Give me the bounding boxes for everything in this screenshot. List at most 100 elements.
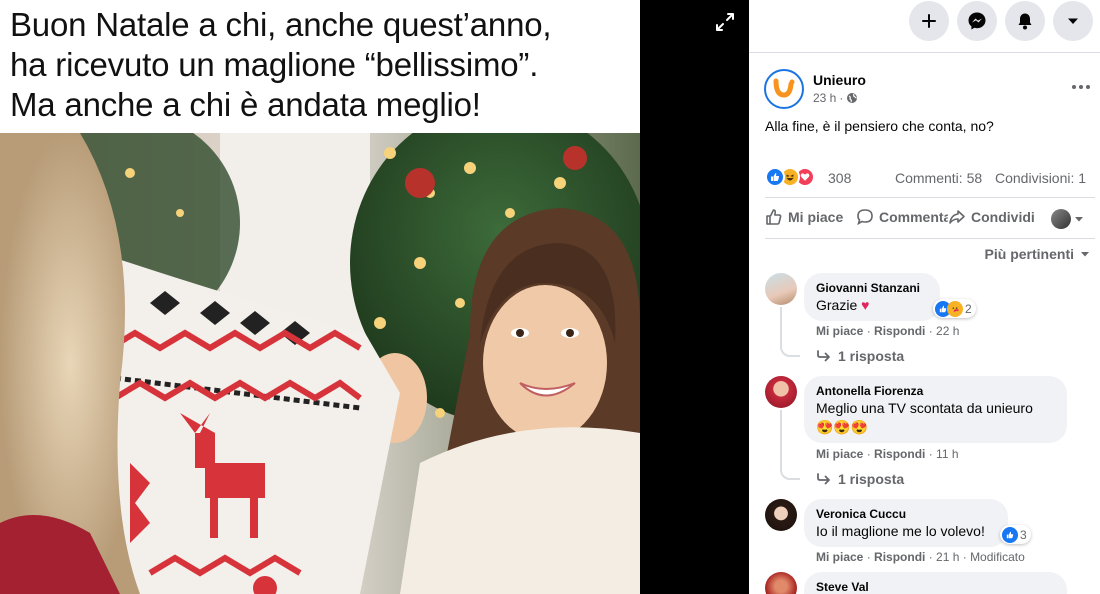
- thumbs-up-icon: [766, 209, 782, 225]
- share-as-selector[interactable]: [1051, 209, 1084, 229]
- caption-line-3: Ma anche a chi è andata meglio!: [10, 86, 481, 123]
- chevron-down-icon: [1081, 252, 1089, 257]
- like-reaction-icon: [765, 167, 785, 187]
- comment-icon: [857, 209, 873, 226]
- messenger-button[interactable]: [957, 1, 997, 41]
- reaction-count[interactable]: 308: [828, 170, 851, 186]
- image-caption: Buon Natale a chi, anche quest’anno, ha …: [10, 5, 635, 125]
- post-header: Unieuro 23 h ·: [764, 68, 1094, 112]
- post-options-button[interactable]: [1068, 77, 1094, 97]
- comment-text-body: Grazie: [816, 297, 858, 313]
- reaction-icons[interactable]: [765, 167, 815, 187]
- commenter-name[interactable]: Giovanni Stanzani: [816, 280, 928, 296]
- heart-emoji: ♥: [861, 297, 870, 313]
- account-button[interactable]: [1053, 1, 1093, 41]
- create-button[interactable]: [909, 1, 949, 41]
- comment-text: Grazie ♥: [816, 296, 928, 315]
- meta-separator: ·: [839, 91, 844, 105]
- comment-button-label: Commenta: [879, 209, 952, 225]
- plus-icon: [922, 14, 936, 28]
- view-replies-link[interactable]: 1 risposta: [816, 471, 904, 487]
- reply-arrow-icon: [817, 473, 830, 485]
- notifications-button[interactable]: [1005, 1, 1045, 41]
- sort-label: Più pertinenti: [984, 246, 1074, 262]
- reactions-summary: 308 Commenti: 58 Condivisioni: 1: [765, 166, 1095, 188]
- comment-time[interactable]: 11 h: [936, 447, 958, 461]
- commenter-name[interactable]: Steve Val: [816, 579, 1055, 594]
- heart-eyes-emoji: 😍😍😍: [816, 419, 869, 435]
- comment-item: Antonella Fiorenza Meglio una TV scontat…: [765, 376, 1095, 491]
- comment-reaction-count: 2: [965, 301, 972, 316]
- thread-line: [780, 307, 800, 357]
- share-button[interactable]: Condividi: [948, 208, 1035, 226]
- comment-text-body: Io il maglione me lo volevo!: [816, 523, 985, 539]
- comment-bubble: Veronica Cuccu Io il maglione me lo vole…: [804, 499, 1008, 547]
- unieuro-logo-icon: [773, 78, 795, 98]
- like-button[interactable]: Mi piace: [765, 208, 843, 226]
- chevron-down-icon: [1068, 18, 1078, 24]
- caption-line-1: Buon Natale a chi, anche quest’anno,: [10, 6, 552, 43]
- like-button-label: Mi piace: [788, 209, 844, 225]
- user-avatar: [1051, 209, 1071, 229]
- reply-arrow-icon: [817, 350, 830, 362]
- comments-count[interactable]: Commenti: 58: [895, 170, 982, 186]
- comment-actions: Mi piace · Rispondi · 11 h: [816, 447, 959, 461]
- share-icon: [949, 210, 965, 224]
- comment-bubble: Antonella Fiorenza Meglio una TV scontat…: [804, 376, 1067, 443]
- commenter-name[interactable]: Antonella Fiorenza: [816, 383, 1055, 399]
- comment-like-link[interactable]: Mi piace: [816, 324, 863, 338]
- comment-reactions[interactable]: 2: [933, 299, 976, 318]
- comments-sort-dropdown[interactable]: Più pertinenti: [985, 246, 1090, 262]
- comment-time[interactable]: 21 h: [936, 550, 959, 564]
- comment-reply-link[interactable]: Rispondi: [874, 447, 925, 461]
- page-name[interactable]: Unieuro: [813, 72, 866, 88]
- messenger-icon: [968, 12, 986, 30]
- comment-actions: Mi piace · Rispondi · 21 h · Modificato: [816, 550, 1025, 564]
- expand-icon[interactable]: [714, 11, 736, 33]
- post-time[interactable]: 23 h: [813, 91, 836, 105]
- comment-button[interactable]: Commenta: [856, 208, 951, 226]
- more-icon: [1072, 85, 1090, 89]
- comment-bubble: Giovanni Stanzani Grazie ♥: [804, 273, 940, 321]
- post-actions: Mi piace Commenta Condividi: [765, 197, 1095, 239]
- replies-count: 1 risposta: [838, 471, 905, 487]
- comment-bubble: Steve Val: [804, 572, 1067, 594]
- comment-item: Giovanni Stanzani Grazie ♥ 2 Mi piace · …: [765, 273, 1095, 373]
- commenter-avatar[interactable]: [765, 273, 797, 305]
- thread-line: [780, 410, 800, 480]
- replies-count: 1 risposta: [838, 348, 905, 364]
- comment-item: Veronica Cuccu Io il maglione me lo vole…: [765, 499, 1095, 569]
- bell-icon: [1018, 13, 1032, 30]
- view-replies-link[interactable]: 1 risposta: [816, 348, 904, 364]
- post-text: Alla fine, è il pensiero che conta, no?: [765, 118, 994, 134]
- shares-count[interactable]: Condivisioni: 1: [995, 170, 1086, 186]
- share-button-label: Condividi: [971, 209, 1035, 225]
- top-navigation: [749, 0, 1100, 53]
- christmas-sweater-photo: [0, 133, 640, 594]
- comment-actions: Mi piace · Rispondi · 22 h: [816, 324, 960, 338]
- comment-reaction-count: 3: [1020, 527, 1027, 542]
- post-meta: 23 h ·: [813, 91, 858, 105]
- chevron-down-icon: [1075, 217, 1083, 222]
- comment-text-body: Meglio una TV scontata da unieuro: [816, 400, 1033, 416]
- commenter-avatar[interactable]: [765, 499, 797, 531]
- page-avatar[interactable]: [764, 69, 804, 109]
- post-image: Buon Natale a chi, anche quest’anno, ha …: [0, 0, 640, 594]
- edited-label[interactable]: Modificato: [970, 550, 1025, 564]
- comment-reply-link[interactable]: Rispondi: [874, 550, 925, 564]
- care-reaction-icon: [947, 300, 963, 317]
- globe-icon: [847, 93, 858, 103]
- comment-time[interactable]: 22 h: [936, 324, 959, 338]
- commenter-avatar[interactable]: [765, 572, 797, 594]
- comment-reactions[interactable]: 3: [1000, 525, 1031, 544]
- caption-line-2: ha ricevuto un maglione “bellissimo”.: [10, 46, 539, 83]
- commenter-name[interactable]: Veronica Cuccu: [816, 506, 996, 522]
- comment-reply-link[interactable]: Rispondi: [874, 324, 925, 338]
- post-details-panel: Unieuro 23 h · Alla fine, è il pensiero …: [749, 0, 1100, 594]
- comment-like-link[interactable]: Mi piace: [816, 447, 863, 461]
- media-viewer: Buon Natale a chi, anche quest’anno, ha …: [0, 0, 749, 594]
- comment-like-link[interactable]: Mi piace: [816, 550, 863, 564]
- like-reaction-icon: [1002, 526, 1018, 543]
- comment-item: Steve Val: [765, 572, 1095, 594]
- commenter-avatar[interactable]: [765, 376, 797, 408]
